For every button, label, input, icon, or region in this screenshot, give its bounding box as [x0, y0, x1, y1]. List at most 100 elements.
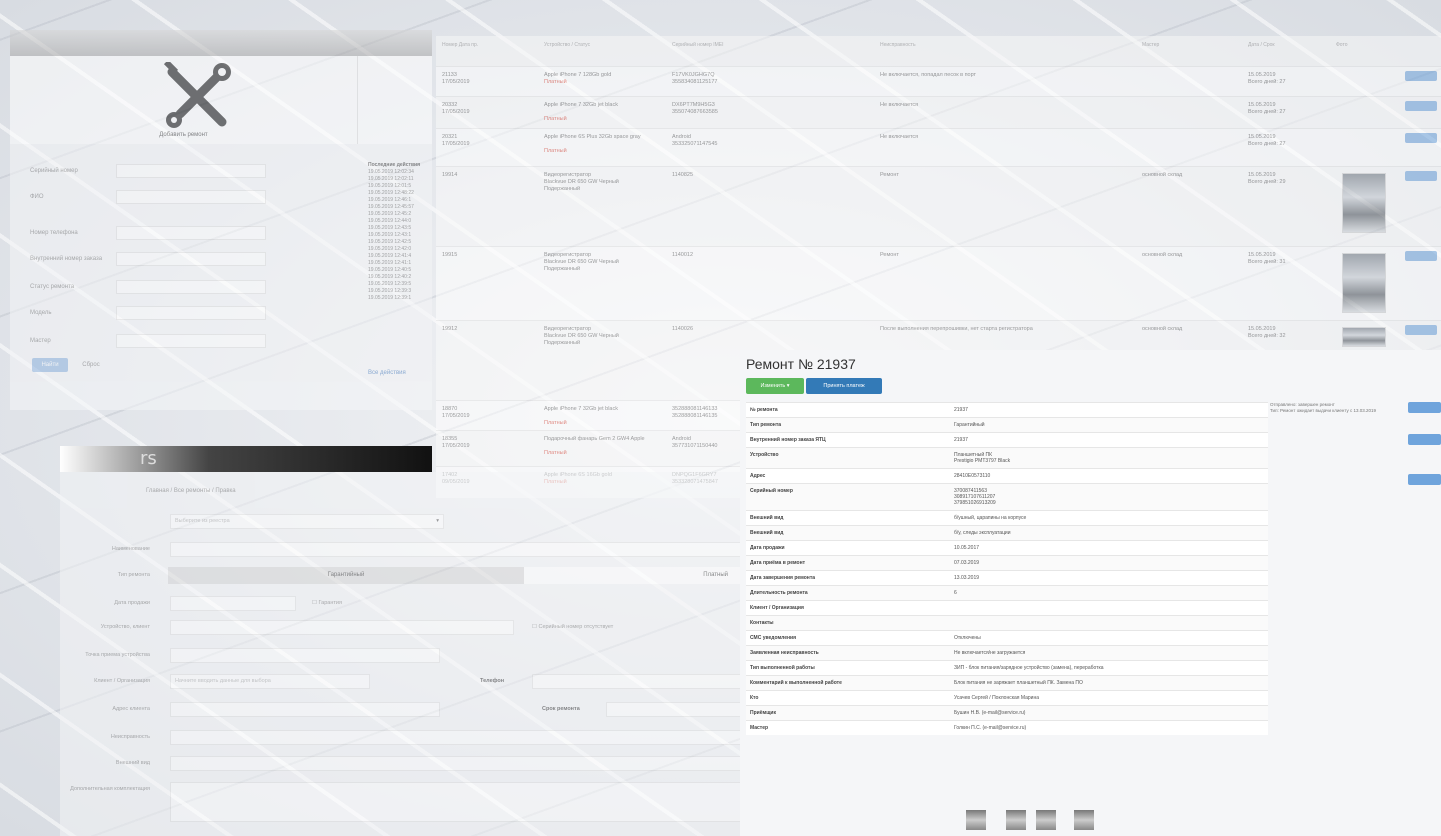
- date-cell: 15.05.2019 Всего дней: 27: [1248, 134, 1286, 147]
- add-repair-panel: Добавить ремонт Серийный номер ФИО Номер…: [10, 30, 432, 410]
- recent-action-item: 19.05.2019 12:45:57: [368, 204, 414, 210]
- recent-action-item: 19.05.2019 12:44:0: [368, 218, 412, 224]
- phone-input[interactable]: [116, 226, 266, 240]
- client-address-field[interactable]: [170, 702, 440, 717]
- field-label: Статус ремонта: [30, 284, 75, 290]
- phone-field[interactable]: [532, 674, 742, 689]
- edit-button[interactable]: Изменить ▾: [746, 378, 804, 394]
- detail-key: Кто: [750, 695, 759, 701]
- table-row[interactable]: 21133 17/05/2019 Apple iPhone 7 128Gb gol…: [436, 66, 1441, 96]
- detail-value: 21937: [954, 407, 968, 413]
- registry-select-placeholder: Выберите из реестра: [175, 518, 230, 524]
- missing-serial-checkbox[interactable]: ☐ Серийный номер отсутствует: [532, 624, 613, 630]
- field-label: Внутренний номер заказа: [30, 256, 103, 262]
- table-row[interactable]: 19914 Видеорегистратор Blackvue DR 650 GW…: [436, 166, 1441, 246]
- panel-header-bar: [10, 30, 432, 56]
- phone-label: Телефон: [480, 678, 505, 684]
- registry-select[interactable]: Выберите из реестра ▾: [170, 514, 444, 529]
- detail-key: Внешний вид: [750, 515, 784, 521]
- repair-number-cell: 19915: [442, 252, 458, 258]
- row-action-button[interactable]: [1405, 251, 1437, 261]
- detail-row: № ремонта 21937: [746, 402, 1268, 417]
- checkbox-icon: ☐: [312, 600, 317, 606]
- detail-value: Отключены: [954, 635, 981, 641]
- row-action-button[interactable]: [1405, 101, 1437, 111]
- date-cell: 15.05.2019 Всего дней: 32: [1248, 326, 1286, 339]
- recent-action-item: 19.05.2019 12:48:22: [368, 190, 414, 196]
- extra-kit-field[interactable]: [170, 782, 742, 822]
- repair-number-cell: 20321 17/05/2019: [442, 134, 470, 147]
- detail-key: Мастер: [750, 725, 769, 731]
- detail-value: 10.05.2017: [954, 545, 980, 551]
- deadline-field[interactable]: [606, 702, 742, 717]
- detail-key: Комментарий к выполненной работе: [750, 680, 842, 686]
- label-repair-type: Тип ремонта: [117, 572, 150, 578]
- name-input[interactable]: [116, 190, 266, 204]
- row-action-button[interactable]: [1405, 71, 1437, 81]
- serial-input[interactable]: [116, 164, 266, 178]
- col-header-issue: Неисправность: [880, 42, 916, 48]
- col-header-photo: Фото: [1336, 42, 1348, 48]
- accept-payment-button[interactable]: Принять платеж: [806, 378, 882, 394]
- side-action-button[interactable]: [1408, 434, 1441, 445]
- label-appearance: Внешний вид: [115, 760, 150, 766]
- recent-action-item: 19.05.2019 12:43:5: [368, 225, 412, 231]
- master-cell: основной склад: [1142, 252, 1183, 258]
- photo-thumbnail-icon[interactable]: [1342, 327, 1386, 347]
- recent-action-item: 19.05.2019 12:46:1: [368, 197, 412, 203]
- sale-date-field[interactable]: [170, 596, 296, 611]
- intake-point-field[interactable]: [170, 648, 440, 663]
- detail-key: Адрес: [750, 473, 766, 479]
- name-field[interactable]: [170, 542, 742, 557]
- label-intake-point: Точка приема устройства: [85, 652, 150, 658]
- detail-value: б/ушный, царапины на корпусе: [954, 515, 1027, 521]
- photo-thumbnail-icon[interactable]: [1006, 810, 1026, 830]
- side-action-button[interactable]: [1408, 474, 1441, 485]
- date-cell: 15.05.2019 Всего дней: 27: [1248, 102, 1286, 115]
- repair-type-warranty[interactable]: Гарантийный: [168, 567, 524, 584]
- repair-number-cell: 19912: [442, 326, 458, 332]
- photo-thumbnail-icon[interactable]: [1074, 810, 1094, 830]
- status-badge: Платный: [544, 79, 567, 85]
- field-label: Серийный номер: [30, 168, 78, 174]
- detail-value: 07.03.2019: [954, 560, 980, 566]
- side-action-button[interactable]: [1408, 402, 1441, 413]
- device-cell: Подарочный фанарь Gem 2 GW4 Apple: [544, 436, 645, 442]
- dropdown-caret-icon: ▾: [436, 518, 439, 524]
- photo-thumbnail-icon[interactable]: [1342, 173, 1386, 233]
- device-cell: Видеорегистратор Blackvue DR 650 GW Черн…: [544, 326, 619, 346]
- appearance-field[interactable]: [170, 756, 742, 771]
- device-cell: Apple iPhone 7 32Gb jet black: [544, 102, 618, 108]
- table-row[interactable]: 20321 17/05/2019 Apple iPhone 6S Plus 32G…: [436, 128, 1441, 166]
- master-input[interactable]: [116, 334, 266, 348]
- status-input[interactable]: [116, 280, 266, 294]
- reset-button[interactable]: Сброс: [76, 358, 106, 372]
- model-input[interactable]: [116, 306, 266, 320]
- label-issue: Неисправность: [110, 734, 150, 740]
- serial-cell: DX6PT7M9H5G3 355074087663585: [672, 102, 718, 115]
- search-form: Серийный номер ФИО Номер телефона Внутре…: [10, 144, 432, 410]
- deadline-label: Срок ремонта: [542, 706, 580, 712]
- row-action-button[interactable]: [1405, 133, 1437, 143]
- table-row[interactable]: 19915 Видеорегистратор Blackvue DR 650 GW…: [436, 246, 1441, 320]
- add-repair-tile[interactable]: Добавить ремонт: [10, 56, 358, 144]
- row-action-button[interactable]: [1405, 171, 1437, 181]
- serial-cell: Android 353325071147545: [672, 134, 718, 147]
- find-button[interactable]: Найти: [32, 358, 68, 372]
- order-input[interactable]: [116, 252, 266, 266]
- photo-thumbnail-icon[interactable]: [1036, 810, 1056, 830]
- photo-thumbnail-icon[interactable]: [1342, 253, 1386, 313]
- client-field[interactable]: Начните вводить данные для выбора: [170, 674, 370, 689]
- repair-number-cell: 19914: [442, 172, 458, 178]
- photo-thumbnail-icon[interactable]: [966, 810, 986, 830]
- detail-row: Серийный номер 370087411563 3089171076112…: [746, 483, 1268, 510]
- repair-type-paid[interactable]: Платный: [524, 567, 742, 584]
- device-field[interactable]: [170, 620, 514, 635]
- all-actions-link[interactable]: Все действия: [368, 370, 406, 376]
- row-action-button[interactable]: [1405, 325, 1437, 335]
- date-cell: 15.05.2019 Всего дней: 29: [1248, 172, 1286, 185]
- guarantee-checkbox[interactable]: ☐ Гарантия: [312, 600, 342, 606]
- table-row[interactable]: 20332 17/05/2019 Apple iPhone 7 32Gb jet …: [436, 96, 1441, 128]
- detail-row: Комментарий к выполненной работе Блок пит…: [746, 675, 1268, 690]
- issue-field[interactable]: [170, 730, 742, 745]
